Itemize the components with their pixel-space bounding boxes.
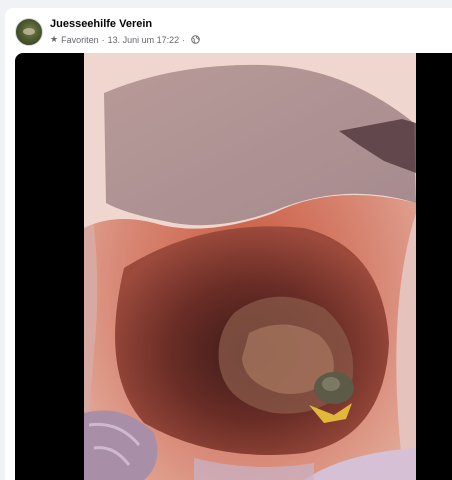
page-name-link[interactable]: Juesseehilfe Verein xyxy=(50,18,152,30)
page-avatar[interactable] xyxy=(15,18,43,46)
post-timestamp[interactable]: 13. Juni um 17:22 xyxy=(108,35,180,45)
post-meta: ★ Favoriten · 13. Juni um 17:22 · xyxy=(50,34,200,45)
meta-separator: · xyxy=(101,34,105,45)
post-photo-frame[interactable] xyxy=(15,53,452,480)
globe-icon[interactable] xyxy=(191,35,200,44)
meta-separator-2: · xyxy=(182,34,186,45)
post-card: Juesseehilfe Verein ★ Favoriten · 13. Ju… xyxy=(5,8,452,480)
post-photo xyxy=(84,53,416,480)
audience-label[interactable]: Favoriten xyxy=(61,35,99,45)
post-header: Juesseehilfe Verein ★ Favoriten · 13. Ju… xyxy=(5,8,452,54)
star-icon: ★ xyxy=(50,34,59,44)
